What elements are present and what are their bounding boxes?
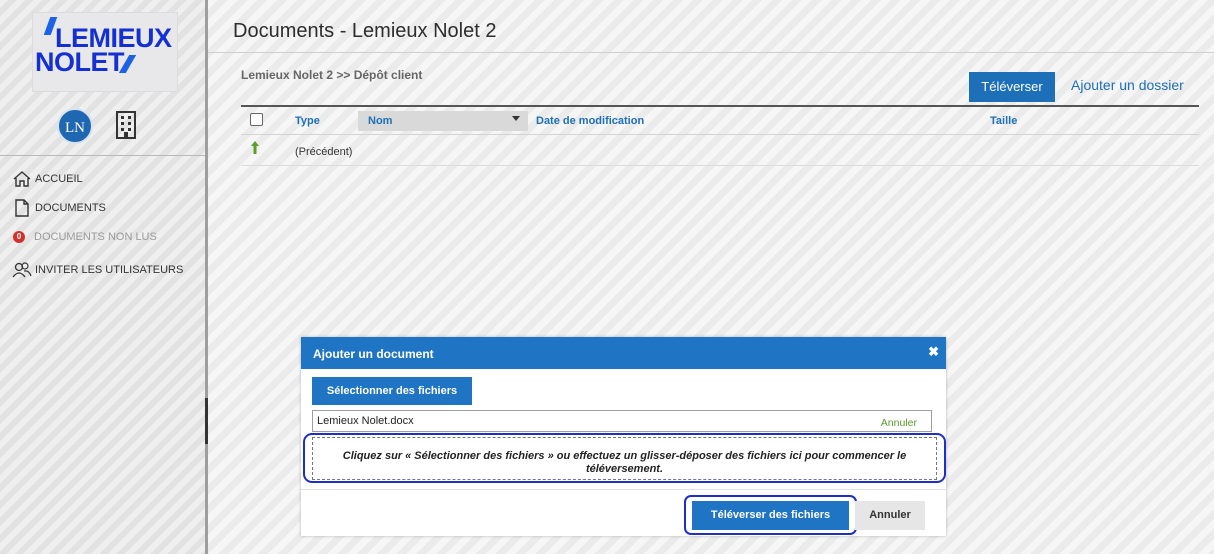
sidebar-item-label: ACCUEIL — [35, 173, 83, 185]
company-logo: LEMIEUX NOLET — [32, 12, 178, 92]
unread-count-badge: 0 — [13, 231, 25, 243]
parent-folder-label[interactable]: (Précédent) — [295, 146, 352, 158]
add-folder-link[interactable]: Ajouter un dossier — [1071, 77, 1184, 93]
select-files-button[interactable]: Sélectionner des fichiers — [312, 377, 472, 405]
sidebar-item-accueil[interactable]: ACCUEIL — [12, 170, 83, 188]
up-arrow-icon — [251, 141, 259, 154]
cancel-button[interactable]: Annuler — [855, 501, 925, 530]
column-date[interactable]: Date de modification — [536, 115, 644, 127]
document-icon — [15, 199, 29, 217]
upload-files-button[interactable]: Téléverser des fichiers — [692, 501, 849, 530]
table-header: Type Nom Date de modification Taille — [241, 108, 1199, 135]
table-top-border — [241, 105, 1199, 107]
file-name: Lemieux Nolet.docx — [317, 415, 414, 427]
sidebar: LEMIEUX NOLET LN ACCUEIL DOCUMENTS 0 DOC… — [0, 0, 205, 554]
sidebar-item-label: DOCUMENTS NON LUS — [34, 231, 157, 243]
column-size[interactable]: Taille — [990, 115, 1017, 127]
sort-descending-icon[interactable] — [512, 116, 520, 121]
dialog-title: Ajouter un document — [313, 347, 434, 361]
sidebar-item-label: DOCUMENTS — [35, 202, 106, 214]
sidebar-item-inviter[interactable]: INVITER LES UTILISATEURS — [12, 261, 183, 279]
sidebar-item-documents[interactable]: DOCUMENTS — [12, 199, 106, 217]
dialog-footer-divider — [301, 489, 946, 490]
breadcrumb[interactable]: Lemieux Nolet 2 >> Dépôt client — [241, 68, 422, 82]
home-icon — [13, 171, 31, 187]
users-icon — [12, 262, 32, 278]
page-title: Documents - Lemieux Nolet 2 — [233, 20, 497, 42]
upload-button[interactable]: Téléverser — [969, 72, 1055, 102]
title-divider — [208, 52, 1214, 53]
sidebar-item-documents-non-lus[interactable]: 0 DOCUMENTS NON LUS — [12, 231, 157, 243]
select-all-checkbox[interactable] — [250, 113, 263, 126]
column-type[interactable]: Type — [295, 115, 320, 127]
selected-file-row: Lemieux Nolet.docx Annuler — [312, 410, 932, 432]
dialog-header: Ajouter un document ✖ — [301, 337, 946, 369]
file-cancel-link[interactable]: Annuler — [881, 417, 917, 429]
sidebar-divider-line — [0, 155, 205, 156]
column-name[interactable]: Nom — [368, 115, 392, 127]
building-icon[interactable] — [116, 111, 136, 139]
close-icon[interactable]: ✖ — [928, 344, 939, 360]
table-row[interactable]: (Précédent) — [241, 137, 1199, 166]
add-document-dialog: Ajouter un document ✖ Sélectionner des f… — [301, 337, 946, 536]
file-dropzone[interactable]: Cliquez sur « Sélectionner des fichiers … — [312, 437, 937, 480]
user-avatar[interactable]: LN — [57, 108, 93, 144]
sidebar-item-label: INVITER LES UTILISATEURS — [35, 264, 184, 276]
